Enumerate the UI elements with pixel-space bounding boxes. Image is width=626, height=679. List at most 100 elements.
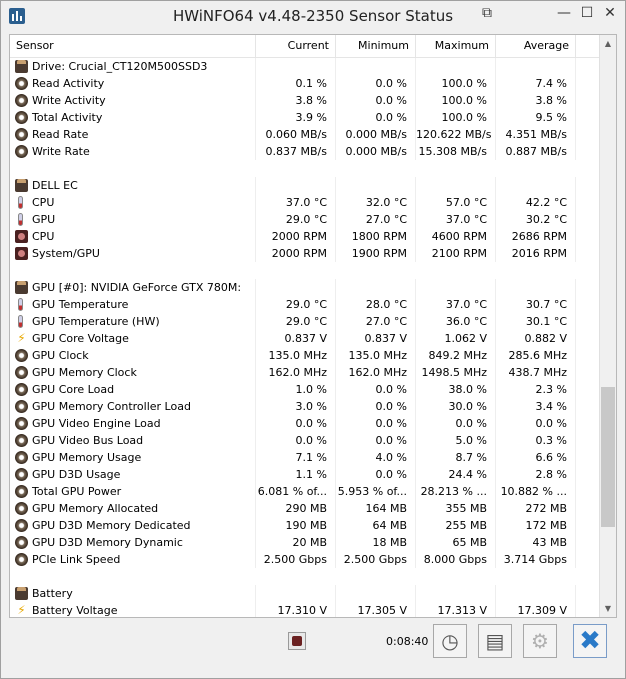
current-value: [256, 177, 336, 194]
average-value: 43 MB: [496, 534, 576, 551]
sensor-row[interactable]: GPU Memory Clock 162.0 MHz 162.0 MHz 1498.5…: [10, 364, 600, 381]
average-value: [496, 279, 576, 296]
sensor-name: Total GPU Power: [10, 483, 256, 500]
sensor-group-row[interactable]: DELL EC: [10, 177, 600, 194]
sensor-rows: Drive: Crucial_CT120M500SSD3 Read Activit…: [10, 58, 600, 617]
column-average[interactable]: Average: [496, 35, 576, 57]
sensor-name: GPU Core Load: [10, 381, 256, 398]
sensor-row[interactable]: Total GPU Power 6.081 % of... 5.953 % of..…: [10, 483, 600, 500]
sensor-row[interactable]: Total Activity 3.9 % 0.0 % 100.0 % 9.5 %: [10, 109, 600, 126]
maximum-value: 355 MB: [416, 500, 496, 517]
sensor-name: GPU Temperature (HW): [10, 313, 256, 330]
sensor-name: Write Activity: [10, 92, 256, 109]
minimum-value: 17.305 V: [336, 602, 416, 617]
current-value: 0.1 %: [256, 75, 336, 92]
sensor-list[interactable]: Sensor Current Minimum Maximum Average D…: [9, 34, 617, 618]
sensor-row[interactable]: GPU 29.0 °C 27.0 °C 37.0 °C 30.2 °C: [10, 211, 600, 228]
restore-icon[interactable]: ⧉: [479, 1, 495, 25]
hwinfo-window: HWiNFO64 v4.48-2350 Sensor Status ⧉ — ☐ …: [0, 0, 626, 679]
sensor-row[interactable]: Write Activity 3.8 % 0.0 % 100.0 % 3.8 %: [10, 92, 600, 109]
current-value: 3.0 %: [256, 398, 336, 415]
sensor-row[interactable]: Read Rate 0.060 MB/s 0.000 MB/s 120.622 MB/…: [10, 126, 600, 143]
sensor-row[interactable]: GPU Temperature 29.0 °C 28.0 °C 37.0 °C 30.7…: [10, 296, 600, 313]
current-value: 3.8 %: [256, 92, 336, 109]
average-value: 438.7 MHz: [496, 364, 576, 381]
sensor-row[interactable]: Write Rate 0.837 MB/s 0.000 MB/s 15.308 MB/…: [10, 143, 600, 160]
sensor-name: Read Rate: [10, 126, 256, 143]
sensor-row[interactable]: System/GPU 2000 RPM 1900 RPM 2100 RPM 2016 R…: [10, 245, 600, 262]
title-bar[interactable]: HWiNFO64 v4.48-2350 Sensor Status ⧉ — ☐ …: [1, 1, 625, 32]
sensor-row[interactable]: GPU Memory Controller Load 3.0 % 0.0 % 30.0…: [10, 398, 600, 415]
average-value: 6.6 %: [496, 449, 576, 466]
column-sensor[interactable]: Sensor: [10, 35, 256, 57]
elapsed-time: 0:08:40: [386, 635, 429, 648]
minimum-value: [336, 58, 416, 75]
sensor-row[interactable]: Read Activity 0.1 % 0.0 % 100.0 % 7.4 %: [10, 75, 600, 92]
minimum-value: 0.0 %: [336, 381, 416, 398]
sensor-row[interactable]: CPU 37.0 °C 32.0 °C 57.0 °C 42.2 °C: [10, 194, 600, 211]
sensor-row[interactable]: GPU D3D Usage 1.1 % 0.0 % 24.4 % 2.8 %: [10, 466, 600, 483]
average-value: [496, 58, 576, 75]
sensor-row[interactable]: GPU D3D Memory Dynamic 20 MB 18 MB 65 MB 43 …: [10, 534, 600, 551]
minimum-value: 0.000 MB/s: [336, 126, 416, 143]
maximum-value: [416, 585, 496, 602]
current-value: 162.0 MHz: [256, 364, 336, 381]
current-value: 0.0 %: [256, 432, 336, 449]
maximum-value: 0.0 %: [416, 415, 496, 432]
maximum-value: [416, 279, 496, 296]
sensor-row[interactable]: GPU Clock 135.0 MHz 135.0 MHz 849.2 MHz 285.…: [10, 347, 600, 364]
sensor-row[interactable]: GPU Video Engine Load 0.0 % 0.0 % 0.0 % 0.0 …: [10, 415, 600, 432]
close-window-button[interactable]: ✕: [596, 1, 624, 25]
average-value: 4.351 MB/s: [496, 126, 576, 143]
average-value: 0.882 V: [496, 330, 576, 347]
current-value: 17.310 V: [256, 602, 336, 617]
sensor-toggle-icon[interactable]: [288, 632, 306, 650]
column-current[interactable]: Current: [256, 35, 336, 57]
maximum-value: 255 MB: [416, 517, 496, 534]
minimum-value: 0.0 %: [336, 92, 416, 109]
sensor-row[interactable]: GPU Core Load 1.0 % 0.0 % 38.0 % 2.3 %: [10, 381, 600, 398]
current-value: 20 MB: [256, 534, 336, 551]
column-minimum[interactable]: Minimum: [336, 35, 416, 57]
average-value: 10.882 % ...: [496, 483, 576, 500]
sensor-row[interactable]: GPU Temperature (HW) 29.0 °C 27.0 °C 36.0 °…: [10, 313, 600, 330]
vertical-scrollbar[interactable]: ▲ ▼: [599, 35, 616, 617]
maximum-value: 24.4 %: [416, 466, 496, 483]
sensor-group-row[interactable]: GPU [#0]: NVIDIA GeForce GTX 780M:: [10, 279, 600, 296]
sensor-row[interactable]: ⚡ GPU Core Voltage 0.837 V 0.837 V 1.062 V 0.…: [10, 330, 600, 347]
current-value: 37.0 °C: [256, 194, 336, 211]
minimum-value: 27.0 °C: [336, 211, 416, 228]
reset-clock-button[interactable]: ◷: [433, 624, 467, 658]
current-value: 2000 RPM: [256, 245, 336, 262]
close-button[interactable]: ✖: [573, 624, 607, 658]
column-maximum[interactable]: Maximum: [416, 35, 496, 57]
sensor-name: GPU: [10, 211, 256, 228]
sensor-name: GPU Memory Allocated: [10, 500, 256, 517]
current-value: 2000 RPM: [256, 228, 336, 245]
current-value: 1.0 %: [256, 381, 336, 398]
minimum-value: 0.0 %: [336, 109, 416, 126]
maximum-value: 2100 RPM: [416, 245, 496, 262]
sensor-group-row[interactable]: Battery: [10, 585, 600, 602]
sensor-row[interactable]: ⚡ Battery Voltage 17.310 V 17.305 V 17.313 V…: [10, 602, 600, 617]
average-value: 30.2 °C: [496, 211, 576, 228]
minimum-value: 5.953 % of...: [336, 483, 416, 500]
minimum-value: 0.0 %: [336, 75, 416, 92]
sensor-group-row[interactable]: Drive: Crucial_CT120M500SSD3: [10, 58, 600, 75]
sensor-row[interactable]: CPU 2000 RPM 1800 RPM 4600 RPM 2686 RPM: [10, 228, 600, 245]
sensor-row[interactable]: GPU Memory Allocated 290 MB 164 MB 355 MB 27…: [10, 500, 600, 517]
settings-button[interactable]: ⚙: [523, 624, 557, 658]
current-value: [256, 279, 336, 296]
scroll-up-icon[interactable]: ▲: [600, 35, 616, 52]
minimum-value: 27.0 °C: [336, 313, 416, 330]
scroll-down-icon[interactable]: ▼: [600, 600, 616, 617]
log-report-button[interactable]: ▤: [478, 624, 512, 658]
average-value: [496, 177, 576, 194]
sensor-row[interactable]: PCIe Link Speed 2.500 Gbps 2.500 Gbps 8.000…: [10, 551, 600, 568]
sensor-row[interactable]: GPU D3D Memory Dedicated 190 MB 64 MB 255 M…: [10, 517, 600, 534]
average-value: 30.7 °C: [496, 296, 576, 313]
sensor-row[interactable]: GPU Memory Usage 7.1 % 4.0 % 8.7 % 6.6 %: [10, 449, 600, 466]
sensor-row[interactable]: GPU Video Bus Load 0.0 % 0.0 % 5.0 % 0.3 %: [10, 432, 600, 449]
scroll-thumb[interactable]: [601, 387, 615, 527]
maximum-value: 120.622 MB/s: [416, 126, 496, 143]
